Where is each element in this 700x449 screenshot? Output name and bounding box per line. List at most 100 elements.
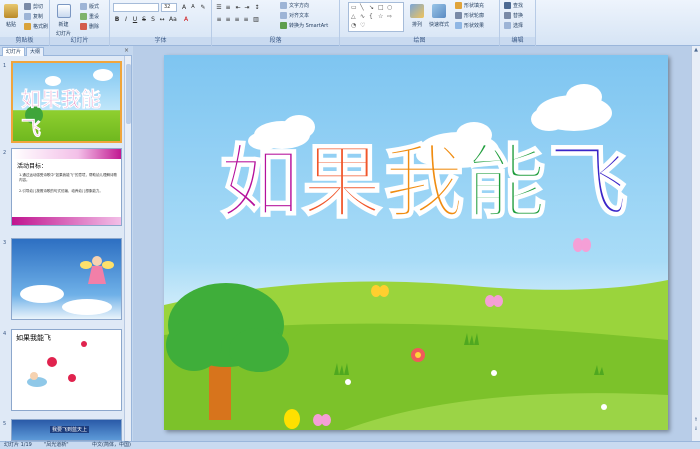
copy-button[interactable]: 复制 bbox=[24, 13, 43, 20]
status-bar: 幻灯片 1/19 "凤光道新" 中文(简体，中国) bbox=[0, 441, 700, 449]
new-slide-label: 新建 bbox=[58, 22, 69, 28]
replace-label: 替换 bbox=[513, 13, 524, 19]
grow-font-icon[interactable]: A bbox=[180, 3, 188, 11]
justify-icon[interactable]: ≡ bbox=[242, 15, 250, 23]
paste-icon bbox=[4, 4, 18, 18]
text-direction-label: 文字方向 bbox=[289, 3, 310, 9]
format-painter-button[interactable]: 格式刷 bbox=[24, 23, 48, 30]
shape-outline-button[interactable]: 形状轮廓 bbox=[455, 12, 484, 19]
copy-label: 复制 bbox=[33, 14, 44, 20]
cursor-icon bbox=[504, 22, 511, 29]
tab-slides[interactable]: 幻灯片 bbox=[2, 47, 26, 56]
new-slide-button[interactable]: 新建 幻灯片 bbox=[56, 4, 71, 37]
bold-icon[interactable]: B bbox=[113, 15, 121, 23]
triangle-shape-icon[interactable]: △ bbox=[351, 13, 356, 20]
delete-slide-button[interactable]: 删除 bbox=[80, 23, 99, 30]
oval-shape-icon[interactable]: ○ bbox=[387, 4, 392, 11]
text-direction-button[interactable]: 文字方向 bbox=[280, 2, 309, 9]
shape-effects-label: 形状效果 bbox=[464, 23, 485, 29]
editing-group-label: 编辑 bbox=[500, 37, 535, 45]
replace-button[interactable]: 替换 bbox=[504, 12, 523, 19]
increase-indent-icon[interactable]: ⇥ bbox=[243, 3, 251, 11]
reset-button[interactable]: 重设 bbox=[80, 13, 99, 20]
textbox-shape-icon[interactable]: ▭ bbox=[351, 4, 357, 11]
next-slide-icon[interactable]: ⇓ bbox=[692, 425, 700, 433]
language-indicator[interactable]: 中文(简体，中国) bbox=[92, 442, 131, 449]
bullets-icon[interactable]: ☰ bbox=[215, 3, 223, 11]
close-icon[interactable]: × bbox=[124, 47, 129, 54]
slide-thumbnail-5[interactable]: 我要飞到蓝天上 bbox=[11, 419, 122, 441]
align-text-button[interactable]: 对齐文本 bbox=[280, 12, 309, 19]
font-color-icon[interactable]: A bbox=[182, 15, 190, 23]
change-case-icon[interactable]: Aa bbox=[168, 15, 177, 23]
balloon-yellow bbox=[284, 409, 300, 429]
layout-button[interactable]: 版式 bbox=[80, 3, 99, 10]
slide-thumbnail-2[interactable]: 活动目标： 1.通过运动感受诗歌中“如果我能飞”的意境，帮助幼儿理解诗歌内容。 … bbox=[11, 148, 122, 226]
italic-icon[interactable]: I bbox=[122, 15, 130, 23]
paste-button[interactable]: 粘贴 bbox=[4, 4, 18, 28]
editor-scrollbar[interactable]: ▲ ⇑ ⇓ bbox=[691, 46, 700, 441]
cloud-right bbox=[531, 84, 612, 131]
convert-smartart-button[interactable]: 转换为 SmartArt bbox=[280, 22, 328, 29]
find-button[interactable]: 查找 bbox=[504, 2, 523, 9]
numbering-icon[interactable]: ≡ bbox=[224, 3, 232, 11]
delete-icon bbox=[80, 23, 87, 30]
rect-shape-icon[interactable]: □ bbox=[378, 4, 384, 11]
shape-fill-button[interactable]: 形状填充 bbox=[455, 2, 484, 9]
align-left-icon[interactable]: ≡ bbox=[215, 15, 223, 23]
binoculars-icon bbox=[504, 2, 511, 9]
shrink-font-icon[interactable]: A bbox=[189, 3, 197, 11]
font-size-combo[interactable]: 32 bbox=[161, 3, 177, 12]
align-center-icon[interactable]: ≡ bbox=[224, 15, 232, 23]
block-arrow-shape-icon[interactable]: ⇨ bbox=[387, 13, 392, 20]
prev-slide-icon[interactable]: ⇑ bbox=[692, 416, 700, 424]
clipboard-group-label: 剪贴板 bbox=[0, 37, 49, 45]
curve-shape-icon[interactable]: ∿ bbox=[360, 13, 365, 20]
shadow-icon[interactable]: S bbox=[149, 15, 157, 23]
spacing-icon[interactable]: ↔ bbox=[158, 15, 166, 23]
layout-label: 版式 bbox=[89, 4, 100, 10]
slide-background-art bbox=[164, 84, 668, 430]
panel-scrollbar[interactable] bbox=[124, 56, 131, 441]
quick-styles-button[interactable]: 快速样式 bbox=[429, 4, 449, 28]
scroll-up-icon[interactable]: ▲ bbox=[692, 46, 700, 54]
slide-title[interactable]: 如 果 我 能 飞 bbox=[219, 136, 629, 230]
cut-button[interactable]: 剪切 bbox=[24, 3, 43, 10]
heart-shape-icon[interactable]: ♡ bbox=[360, 22, 365, 29]
align-text-label: 对齐文本 bbox=[289, 13, 310, 19]
butterfly-pink-2 bbox=[573, 238, 591, 252]
effects-icon bbox=[455, 22, 462, 29]
scissors-icon bbox=[24, 3, 31, 10]
slide-thumbnail-3[interactable] bbox=[11, 238, 122, 320]
tab-outline[interactable]: 大纲 bbox=[26, 47, 45, 56]
find-label: 查找 bbox=[513, 3, 524, 9]
line-spacing-icon[interactable]: ↕ bbox=[253, 3, 261, 11]
shape-outline-label: 形状轮廓 bbox=[464, 13, 485, 19]
slide-thumbnail-1[interactable]: 如果我能飞 bbox=[11, 61, 122, 143]
slide-number: 2 bbox=[3, 150, 7, 156]
bracket-shape-icon[interactable]: { bbox=[369, 13, 373, 20]
star-shape-icon[interactable]: ☆ bbox=[378, 13, 383, 20]
underline-icon[interactable]: U bbox=[131, 15, 139, 23]
columns-icon[interactable]: ▥ bbox=[252, 15, 260, 23]
shape-fill-label: 形状填充 bbox=[464, 3, 485, 9]
thumb2-footer bbox=[12, 217, 121, 225]
shape-effects-button[interactable]: 形状效果 bbox=[455, 22, 484, 29]
strikethrough-icon[interactable]: S bbox=[140, 15, 148, 23]
shapes-gallery[interactable]: ▭ ╲ ↘ □ ○ △ ∿ { ☆ ⇨ ◔ ♡ bbox=[348, 2, 404, 32]
panel-scroll-thumb[interactable] bbox=[126, 64, 131, 124]
title-char: 果 bbox=[301, 136, 383, 230]
clear-format-icon[interactable]: ✎ bbox=[199, 3, 207, 11]
align-right-icon[interactable]: ≡ bbox=[233, 15, 241, 23]
slide-thumbnail-4[interactable]: 如果我能飞 bbox=[11, 329, 122, 411]
thumb2-bullet: 2.引导幼儿按照诗歌的句式仿编，培养幼儿想象能力。 bbox=[19, 189, 103, 193]
font-name-combo[interactable] bbox=[113, 3, 159, 12]
clipboard-group: 粘贴 剪切 复制 格式刷 剪贴板 bbox=[0, 0, 50, 46]
current-slide[interactable]: 如 果 我 能 飞 bbox=[164, 55, 668, 430]
line-shape-icon[interactable]: ╲ bbox=[360, 4, 364, 11]
decrease-indent-icon[interactable]: ⇤ bbox=[234, 3, 242, 11]
callout-shape-icon[interactable]: ◔ bbox=[351, 22, 356, 29]
select-button[interactable]: 选择 bbox=[504, 22, 523, 29]
arrow-shape-icon[interactable]: ↘ bbox=[369, 4, 374, 11]
arrange-button[interactable]: 排列 bbox=[410, 4, 424, 28]
